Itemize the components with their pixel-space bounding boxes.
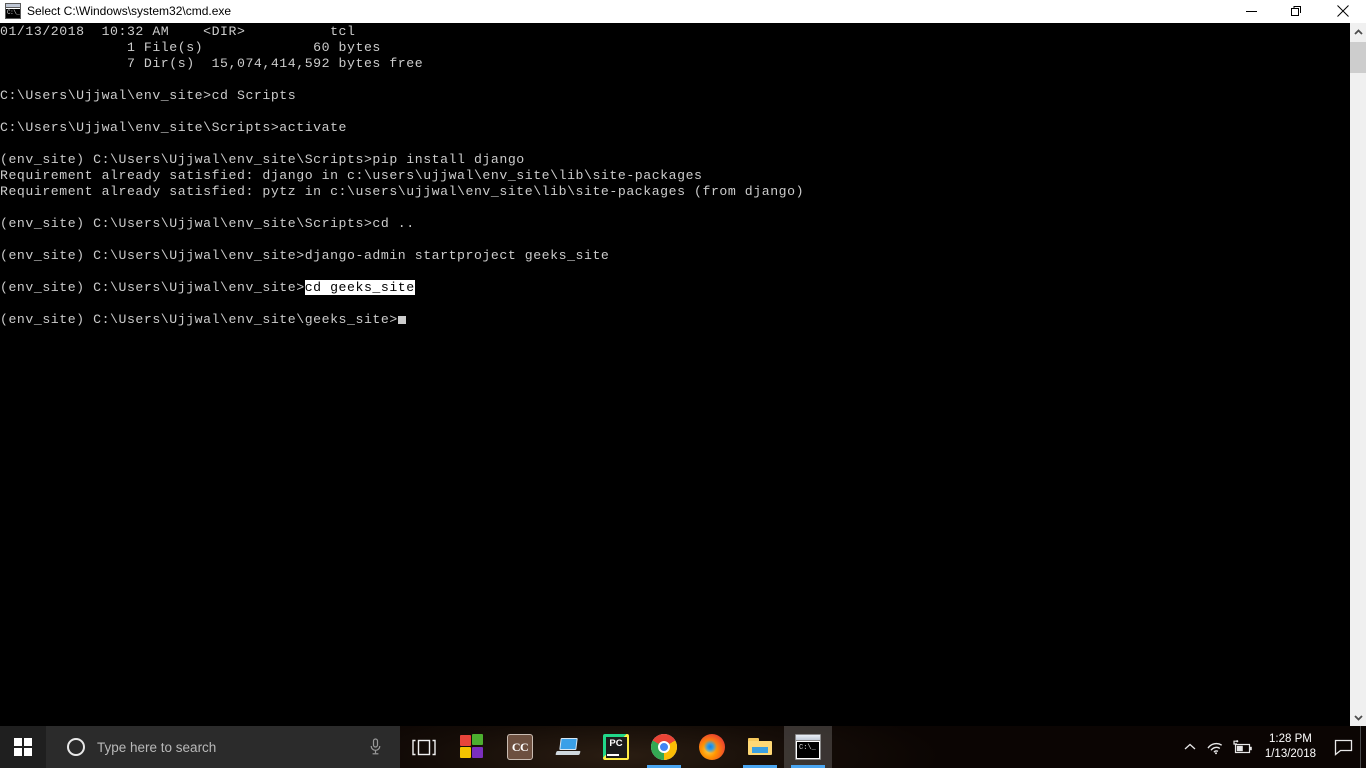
console-line-text: Requirement already satisfied: pytz in c… (0, 184, 805, 199)
search-placeholder: Type here to search (97, 739, 217, 755)
action-center-button[interactable] (1326, 739, 1360, 756)
taskbar-app-mozilla-firefox[interactable] (688, 726, 736, 768)
chevron-up-icon (1184, 743, 1196, 750)
pinned-apps: CC PC C:\_ (448, 726, 832, 768)
clock-date: 1/13/2018 (1264, 748, 1316, 760)
command-prompt-window: C:\_ Select C:\Windows\system32\cmd.exe … (0, 0, 1366, 726)
close-button[interactable] (1320, 0, 1366, 23)
console-line-text: 1 File(s) 60 bytes (0, 40, 381, 55)
taskbar-app-pycharm[interactable]: PC (592, 726, 640, 768)
console-line-text: Requirement already satisfied: django in… (0, 168, 703, 183)
restore-button[interactable] (1274, 0, 1320, 23)
network-button[interactable] (1203, 740, 1229, 755)
search-input[interactable]: Type here to search (46, 726, 400, 768)
console-line-text: (env_site) C:\Users\Ujjwal\env_site\Scri… (0, 152, 525, 167)
cmd-icon: C:\_ (5, 3, 21, 19)
firefox-icon (699, 734, 725, 760)
console-output[interactable]: 01/13/2018 10:32 AM <DIR> tcl 1 File(s) … (0, 23, 1349, 726)
taskbar: Type here to search CC PC C:\_ 1:28 PM 1… (0, 726, 1366, 768)
laptop-icon (555, 734, 581, 760)
console-line-text: C:\Users\Ujjwal\env_site>cd Scripts (0, 88, 297, 103)
console-line-text: C:\Users\Ujjwal\env_site\Scripts>activat… (0, 120, 348, 135)
store-icon (459, 734, 485, 760)
taskbar-app-creative-cloud[interactable]: CC (496, 726, 544, 768)
taskbar-app-command-prompt[interactable]: C:\_ (784, 726, 832, 768)
console-line-text: 7 Dir(s) 15,074,414,592 bytes free (0, 56, 424, 71)
window-title-bar[interactable]: C:\_ Select C:\Windows\system32\cmd.exe (0, 0, 1366, 23)
clock[interactable]: 1:28 PM 1/13/2018 (1255, 732, 1326, 762)
console-line: 7 Dir(s) 15,074,414,592 bytes free (0, 56, 423, 72)
console-line: (env_site) C:\Users\Ujjwal\env_site>djan… (0, 248, 609, 264)
battery-button[interactable] (1229, 740, 1255, 754)
start-button[interactable] (0, 726, 46, 768)
pycharm-icon: PC (603, 734, 629, 760)
scrollbar-up-button[interactable] (1350, 23, 1366, 40)
text-cursor (397, 316, 406, 324)
scrollbar-down-button[interactable] (1350, 709, 1366, 726)
console-line: (env_site) C:\Users\Ujjwal\env_site\Scri… (0, 216, 415, 232)
cortana-circle-icon (67, 738, 85, 756)
battery-charging-icon (1233, 740, 1252, 754)
microphone-glyph (370, 738, 380, 755)
console-line: (env_site) C:\Users\Ujjwal\env_site\geek… (0, 312, 406, 328)
console-line: (env_site) C:\Users\Ujjwal\env_site\Scri… (0, 152, 525, 168)
console-line-text: (env_site) C:\Users\Ujjwal\env_site\Scri… (0, 216, 415, 231)
console-line: C:\Users\Ujjwal\env_site\Scripts>activat… (0, 120, 347, 136)
chevron-down-icon (1353, 714, 1363, 721)
console-line-text: 01/13/2018 10:32 AM <DIR> tcl (0, 24, 356, 39)
windows-logo-icon (13, 737, 33, 757)
close-icon (1337, 5, 1349, 17)
console-line: Requirement already satisfied: pytz in c… (0, 184, 804, 200)
system-tray: 1:28 PM 1/13/2018 (1177, 726, 1366, 768)
console-line: (env_site) C:\Users\Ujjwal\env_site>cd g… (0, 280, 415, 296)
show-hidden-icons-button[interactable] (1177, 743, 1203, 751)
chevron-up-icon (1353, 28, 1363, 35)
console-line: C:\Users\Ujjwal\env_site>cd Scripts (0, 88, 296, 104)
scrollbar-thumb[interactable] (1350, 42, 1366, 73)
cc-icon-label: CC (511, 739, 529, 754)
show-desktop-button[interactable] (1360, 726, 1366, 768)
console-line: 01/13/2018 10:32 AM <DIR> tcl (0, 24, 355, 40)
console-prompt: (env_site) C:\Users\Ujjwal\env_site\geek… (0, 312, 398, 327)
task-view-button[interactable] (400, 726, 448, 768)
cc-icon: CC (507, 734, 533, 760)
window-title: Select C:\Windows\system32\cmd.exe (27, 4, 232, 18)
microphone-icon[interactable] (362, 738, 388, 756)
console-line: 1 File(s) 60 bytes (0, 40, 381, 56)
taskbar-app-file-explorer[interactable] (736, 726, 784, 768)
taskbar-app-google-chrome[interactable] (640, 726, 688, 768)
restore-icon (1291, 6, 1301, 16)
console-line: Requirement already satisfied: django in… (0, 168, 703, 184)
clock-time: 1:28 PM (1269, 733, 1312, 745)
cmd-icon: C:\_ (795, 734, 821, 760)
folder-icon (747, 734, 773, 760)
console-line-text: (env_site) C:\Users\Ujjwal\env_site>djan… (0, 248, 610, 263)
chrome-icon (651, 734, 677, 760)
console-scrollbar[interactable] (1349, 23, 1366, 726)
task-view-icon (412, 739, 436, 755)
taskbar-app-microsoft-store[interactable] (448, 726, 496, 768)
console-area: 01/13/2018 10:32 AM <DIR> tcl 1 File(s) … (0, 23, 1366, 726)
pycharm-icon-label: PC (609, 737, 623, 749)
selected-text[interactable]: cd geeks_site (304, 280, 415, 295)
speech-bubble-icon (1334, 739, 1352, 756)
taskbar-app-connect[interactable] (544, 726, 592, 768)
wifi-icon (1207, 742, 1222, 754)
console-line-prefix: (env_site) C:\Users\Ujjwal\env_site> (0, 280, 305, 295)
minimize-button[interactable] (1228, 0, 1274, 23)
minimize-icon (1245, 10, 1257, 12)
